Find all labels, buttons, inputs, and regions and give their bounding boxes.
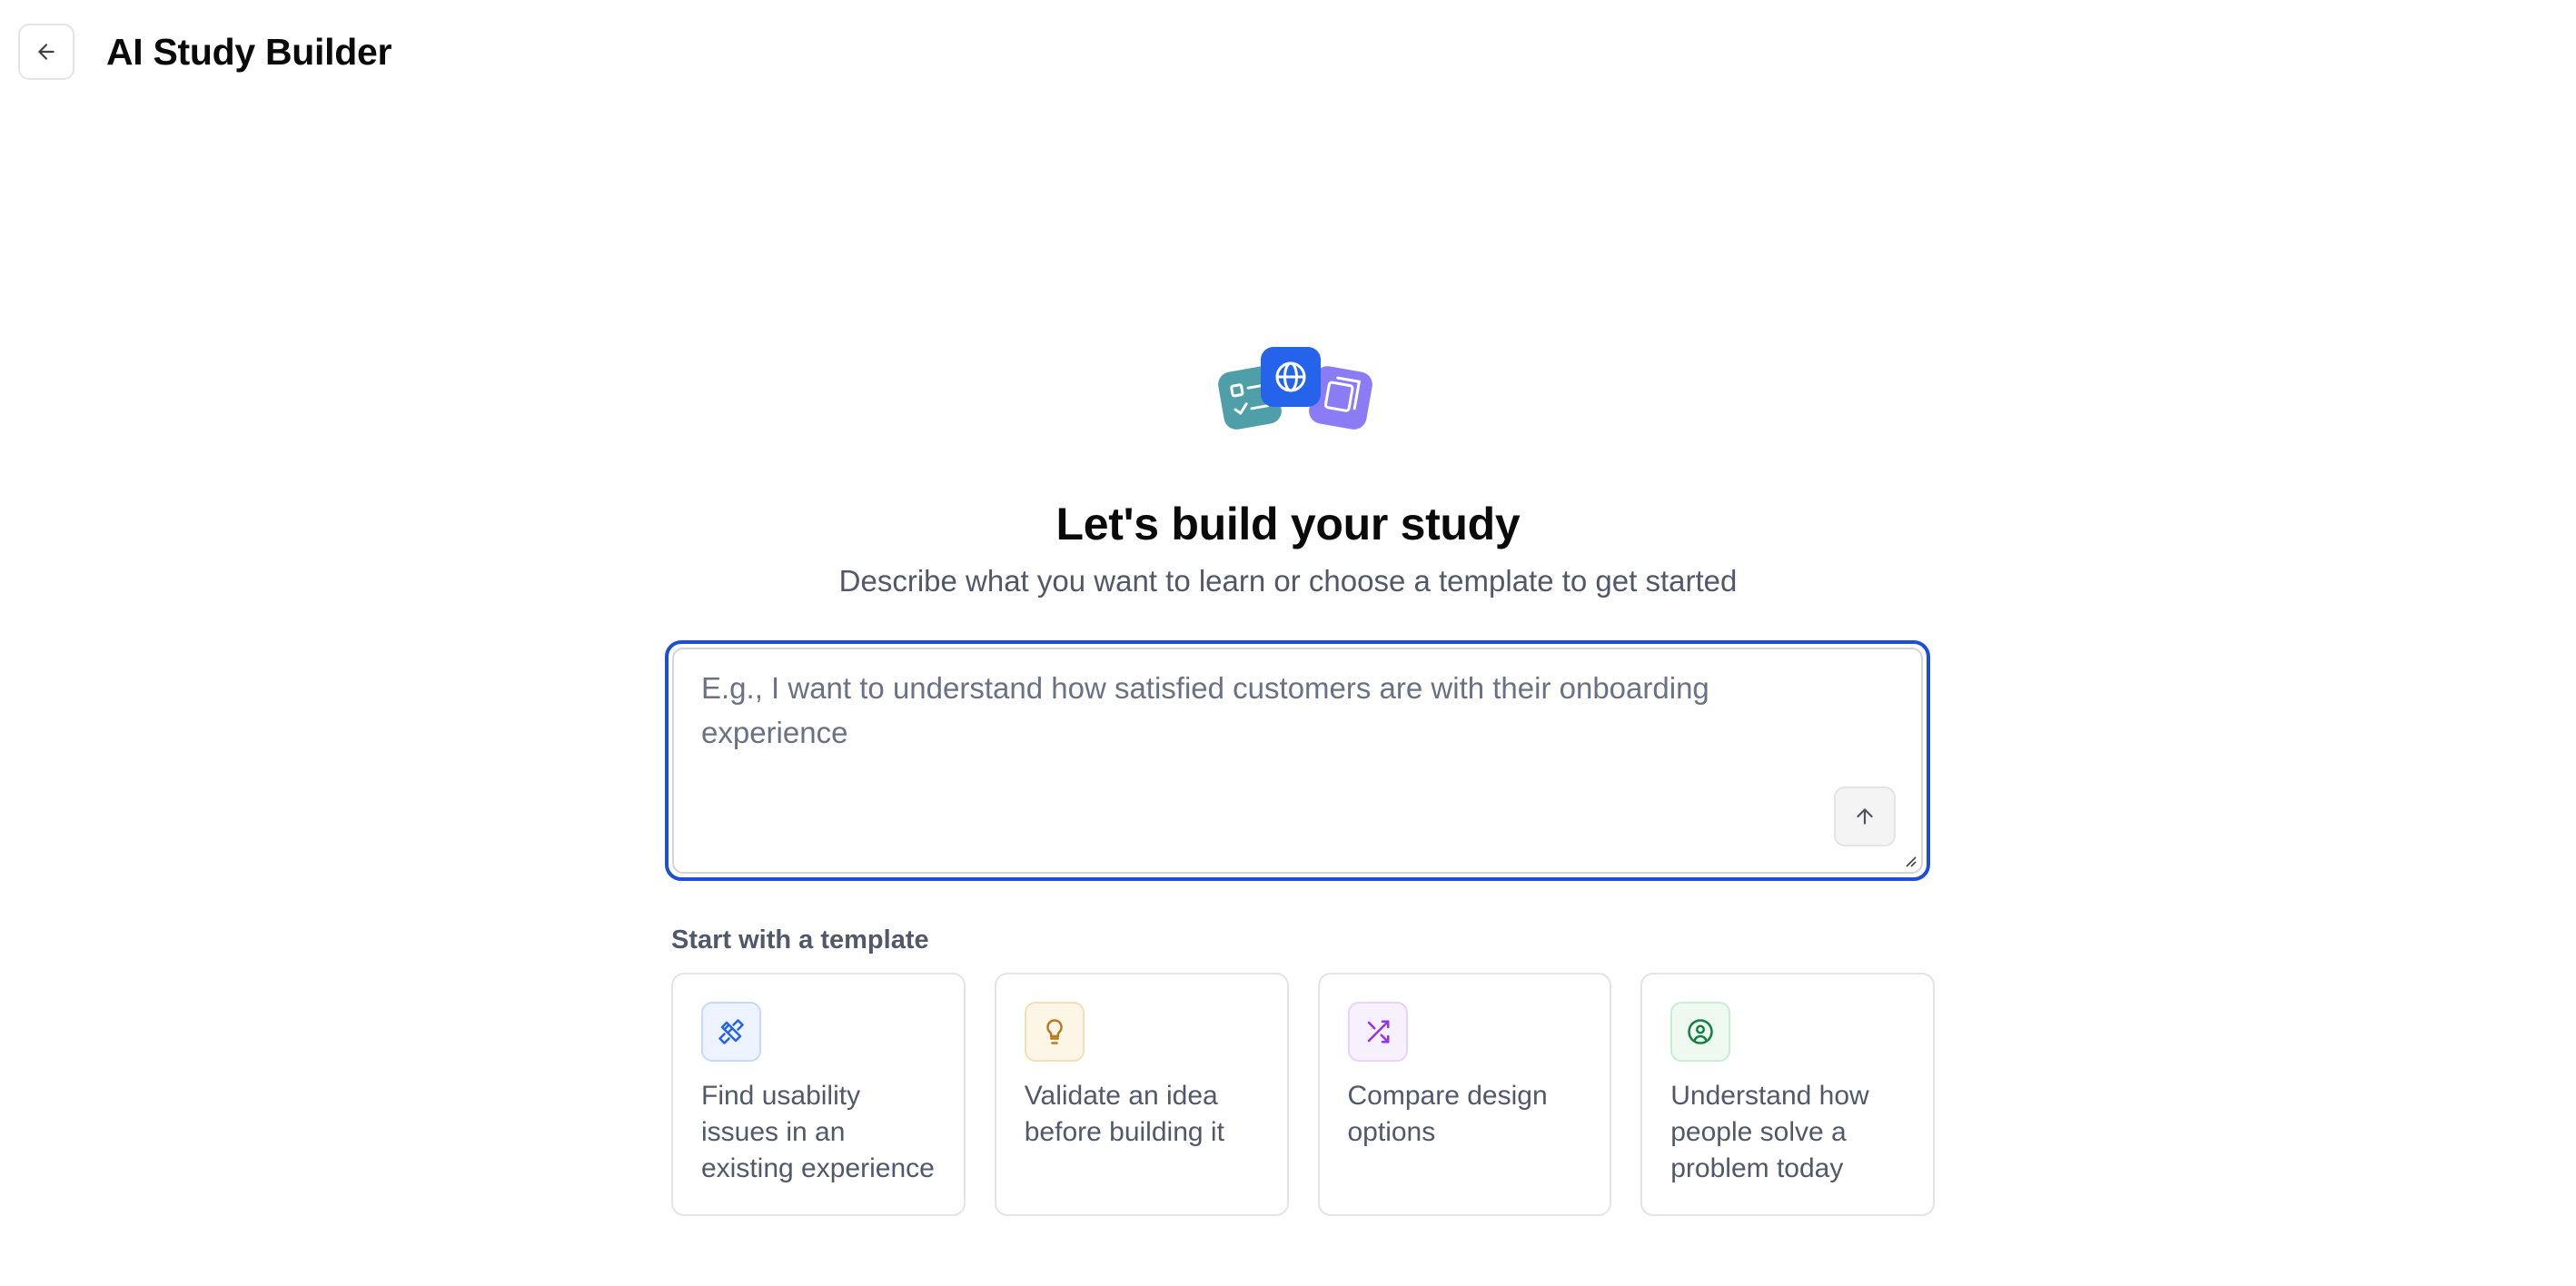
template-label: Understand how people solve a problem to… — [1670, 1081, 1869, 1183]
lightbulb-icon — [1045, 1019, 1063, 1044]
template-label: Validate an idea before building it — [1024, 1081, 1224, 1147]
submit-button[interactable] — [1834, 786, 1896, 846]
prompt-box-inner — [672, 648, 1923, 874]
study-prompt-input[interactable] — [674, 649, 1921, 872]
arrow-left-icon — [38, 44, 54, 60]
globe-icon — [1261, 347, 1321, 407]
hero-title: Let's build your study — [1055, 499, 1521, 549]
tools-icon — [718, 1019, 744, 1044]
template-card-compare-design[interactable]: Compare design options — [1317, 973, 1612, 1216]
template-card-usability[interactable]: Find usability issues in an existing exp… — [671, 973, 966, 1216]
templates-section-label: Start with a template — [671, 925, 929, 955]
user-circle-icon — [1688, 1019, 1713, 1044]
template-label: Compare design options — [1347, 1081, 1548, 1147]
template-label: Find usability issues in an existing exp… — [701, 1081, 935, 1183]
back-button[interactable] — [18, 24, 74, 80]
template-icon-box — [1347, 1002, 1408, 1062]
template-card-validate-idea[interactable]: Validate an idea before building it — [994, 973, 1289, 1216]
template-icon-box — [1024, 1002, 1085, 1062]
template-card-understand-people[interactable]: Understand how people solve a problem to… — [1640, 973, 1935, 1216]
page-title: AI Study Builder — [106, 31, 392, 73]
template-icon-box — [1670, 1002, 1731, 1062]
header: AI Study Builder — [0, 0, 2576, 105]
hero-subtitle: Describe what you want to learn or choos… — [838, 564, 1738, 598]
shuffle-icon — [1367, 1020, 1389, 1044]
template-icon-box — [701, 1002, 761, 1062]
hero-illustration — [1204, 341, 1377, 441]
resize-handle-icon[interactable] — [1901, 852, 1917, 868]
arrow-up-icon — [1857, 808, 1873, 825]
prompt-box — [665, 640, 1930, 881]
template-list: Find usability issues in an existing exp… — [671, 973, 1935, 1216]
